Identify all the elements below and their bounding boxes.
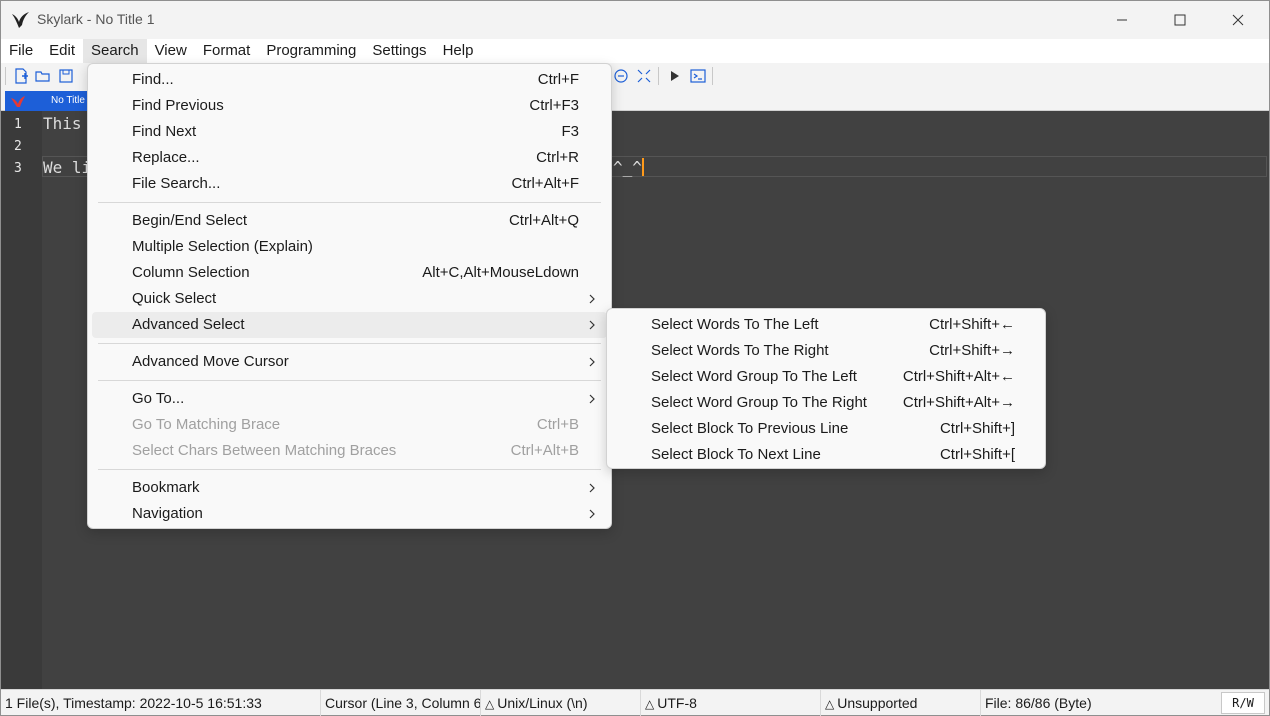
terminal-icon[interactable] xyxy=(689,67,707,85)
minimize-icon xyxy=(1117,19,1127,21)
toolbar-separator xyxy=(658,67,659,85)
open-folder-icon[interactable] xyxy=(34,67,52,85)
chevron-right-icon xyxy=(589,483,595,493)
app-window: Skylark - No Title 1 File Edit Search Vi… xyxy=(0,0,1270,716)
close-button[interactable] xyxy=(1209,1,1267,39)
menu-select-word-group-right[interactable]: Select Word Group To The Right Ctrl+Shift… xyxy=(611,390,1041,416)
triangle-icon: △ xyxy=(645,697,655,711)
menu-begin-end-select[interactable]: Begin/End Select Ctrl+Alt+Q xyxy=(92,208,607,234)
maximize-button[interactable] xyxy=(1151,1,1209,39)
status-encoding[interactable]: △ UTF-8 xyxy=(645,690,821,716)
menu-go-to[interactable]: Go To... xyxy=(92,386,607,412)
menu-view[interactable]: View xyxy=(147,39,195,63)
tab-label: No Title xyxy=(51,95,85,106)
status-filesize: File: 86/86 (Byte) xyxy=(985,695,1092,711)
new-file-icon[interactable] xyxy=(12,67,30,85)
menu-select-block-previous[interactable]: Select Block To Previous Line Ctrl+Shift+… xyxy=(611,416,1041,442)
line-number: 1 xyxy=(14,117,22,132)
triangle-icon: △ xyxy=(485,697,495,711)
title-bar: Skylark - No Title 1 xyxy=(1,1,1269,39)
menu-multiple-selection[interactable]: Multiple Selection (Explain) xyxy=(92,234,607,260)
menu-search[interactable]: Search xyxy=(83,39,147,63)
menu-select-words-left[interactable]: Select Words To The Left Ctrl+Shift+← xyxy=(611,312,1041,338)
menu-replace[interactable]: Replace... Ctrl+R xyxy=(92,145,607,171)
menu-column-selection[interactable]: Column Selection Alt+C,Alt+MouseLdown xyxy=(92,260,607,286)
chevron-right-icon xyxy=(589,394,595,404)
menu-select-words-right[interactable]: Select Words To The Right Ctrl+Shift+→ xyxy=(611,338,1041,364)
window-title: Skylark - No Title 1 xyxy=(37,11,155,27)
menu-separator xyxy=(98,380,601,381)
chevron-right-icon xyxy=(589,509,595,519)
line-number: 2 xyxy=(14,139,22,154)
menu-format[interactable]: Format xyxy=(195,39,259,63)
advanced-select-submenu: Select Words To The Left Ctrl+Shift+← Sel… xyxy=(606,308,1046,469)
menu-bookmark[interactable]: Bookmark xyxy=(92,475,607,501)
code-line: We li xyxy=(43,158,92,177)
menu-file[interactable]: File xyxy=(1,39,41,63)
close-icon xyxy=(1232,14,1244,26)
chevron-right-icon xyxy=(589,357,595,367)
status-bom[interactable]: △ Unsupported xyxy=(825,690,981,716)
toolbar-separator xyxy=(712,67,713,85)
menu-quick-select[interactable]: Quick Select xyxy=(92,286,607,312)
menu-select-block-next[interactable]: Select Block To Next Line Ctrl+Shift+[ xyxy=(611,442,1041,468)
menu-advanced-move-cursor[interactable]: Advanced Move Cursor xyxy=(92,349,607,375)
menu-separator xyxy=(98,469,601,470)
menu-separator xyxy=(98,202,601,203)
menu-programming[interactable]: Programming xyxy=(258,39,364,63)
menu-select-between-braces[interactable]: Select Chars Between Matching Braces Ctrl… xyxy=(92,438,607,464)
menu-find-next[interactable]: Find Next F3 xyxy=(92,119,607,145)
search-menu-dropdown: Find... Ctrl+F Find Previous Ctrl+F3 Find … xyxy=(87,63,612,529)
run-icon[interactable] xyxy=(666,67,684,85)
menu-settings[interactable]: Settings xyxy=(364,39,434,63)
code-line-visible-tail: ^_^ xyxy=(613,158,642,177)
text-caret xyxy=(642,158,644,176)
read-write-toggle[interactable]: R/W xyxy=(1221,692,1265,714)
menu-select-word-group-left[interactable]: Select Word Group To The Left Ctrl+Shift+… xyxy=(611,364,1041,390)
menu-find[interactable]: Find... Ctrl+F xyxy=(92,67,607,93)
zoom-out-icon[interactable] xyxy=(612,67,630,85)
menu-navigation[interactable]: Navigation xyxy=(92,501,607,527)
status-cursor: Cursor (Line 3, Column 64) xyxy=(325,690,481,716)
menu-go-to-matching-brace[interactable]: Go To Matching Brace Ctrl+B xyxy=(92,412,607,438)
menu-separator xyxy=(98,343,601,344)
line-number: 3 xyxy=(14,161,22,176)
toolbar-separator xyxy=(5,67,6,85)
line-number-gutter: 1 2 3 xyxy=(1,111,42,689)
maximize-icon xyxy=(1174,14,1186,26)
menu-edit[interactable]: Edit xyxy=(41,39,83,63)
code-line: This xyxy=(43,114,82,133)
minimize-button[interactable] xyxy=(1093,1,1151,39)
status-bar: 1 File(s), Timestamp: 2022-10-5 16:51:33… xyxy=(1,689,1269,716)
chevron-right-icon xyxy=(589,320,595,330)
status-files: 1 File(s), Timestamp: 2022-10-5 16:51:33 xyxy=(5,690,321,716)
modified-file-icon xyxy=(11,96,25,107)
menu-bar: File Edit Search View Format Programming… xyxy=(1,39,1269,63)
save-icon[interactable] xyxy=(57,67,75,85)
triangle-icon: △ xyxy=(825,697,835,711)
menu-help[interactable]: Help xyxy=(435,39,482,63)
chevron-right-icon xyxy=(589,294,595,304)
tab-no-title[interactable]: No Title xyxy=(5,91,89,111)
menu-file-search[interactable]: File Search... Ctrl+Alt+F xyxy=(92,171,607,197)
menu-advanced-select[interactable]: Advanced Select xyxy=(92,312,607,338)
menu-find-previous[interactable]: Find Previous Ctrl+F3 xyxy=(92,93,607,119)
fullscreen-icon[interactable] xyxy=(635,67,653,85)
status-eol[interactable]: △ Unix/Linux (\n) xyxy=(485,690,641,716)
skylark-bird-icon xyxy=(12,12,29,28)
